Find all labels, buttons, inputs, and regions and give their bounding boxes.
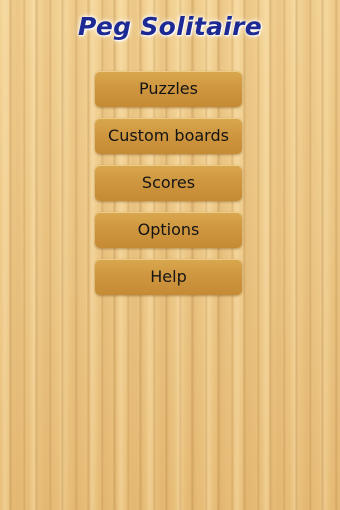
main-menu: Puzzles Custom boards Scores Options Hel… [95,71,242,306]
puzzles-button[interactable]: Puzzles [95,71,242,107]
scores-button[interactable]: Scores [95,165,242,201]
custom-boards-button[interactable]: Custom boards [95,118,242,154]
help-button[interactable]: Help [95,259,242,295]
main-menu-screen: Peg Solitaire Puzzles Custom boards Scor… [0,0,340,510]
options-button[interactable]: Options [95,212,242,248]
app-title: Peg Solitaire [77,12,263,41]
